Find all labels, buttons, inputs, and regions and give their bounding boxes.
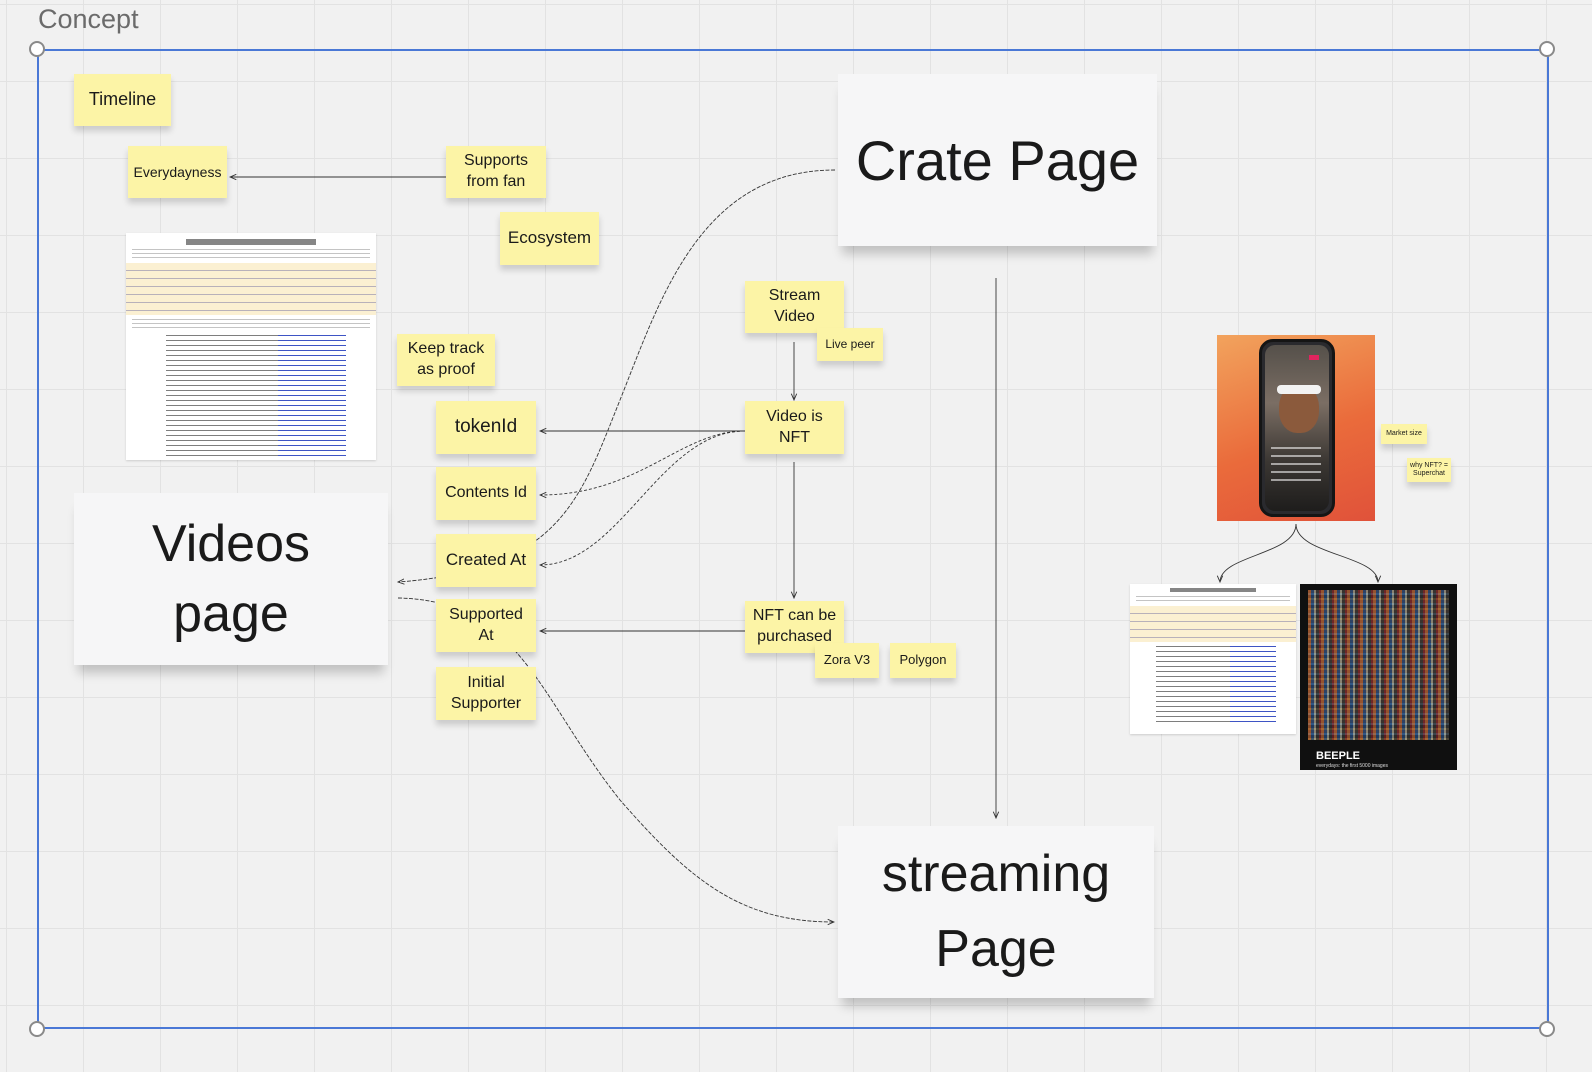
card-videos-page[interactable]: Videos page (74, 493, 388, 665)
sticky-token-id[interactable]: tokenId (436, 401, 536, 454)
sticky-timeline[interactable]: Timeline (74, 74, 171, 126)
phone-screenshot-image[interactable] (1217, 335, 1375, 521)
sticky-polygon[interactable]: Polygon (890, 643, 956, 678)
connector-phone-to-doc (1220, 523, 1297, 582)
sticky-supported-at[interactable]: Supported At (436, 599, 536, 652)
sticky-video-is-nft[interactable]: Video is NFT (745, 401, 844, 454)
document-screenshot-image[interactable] (126, 233, 376, 460)
artwork-mosaic-image[interactable]: BEEPLE everydays: the first 5000 images (1300, 584, 1457, 770)
connector-video-nft-to-created-at (540, 430, 746, 565)
card-streaming-page[interactable]: streaming Page (838, 826, 1154, 998)
sticky-why-nft-superchat[interactable]: why NFT? = Superchat (1407, 458, 1451, 482)
sticky-keep-track-as-proof[interactable]: Keep track as proof (397, 334, 495, 386)
sticky-initial-supporter[interactable]: Initial Supporter (436, 667, 536, 720)
sticky-supports-from-fan[interactable]: Supports from fan (446, 146, 546, 198)
sticky-live-peer[interactable]: Live peer (817, 328, 883, 361)
sticky-market-size[interactable]: Market size (1381, 424, 1427, 444)
connector-video-nft-to-contents-id (540, 430, 746, 495)
beeple-subtitle: everydays: the first 5000 images (1316, 763, 1388, 769)
connector-phone-to-beeple (1295, 523, 1378, 582)
beeple-title: BEEPLE (1316, 750, 1361, 762)
sticky-zora-v3[interactable]: Zora V3 (815, 643, 879, 678)
sticky-stream-video[interactable]: Stream Video (745, 281, 844, 333)
sticky-everydayness[interactable]: Everydayness (128, 146, 227, 198)
sticky-created-at[interactable]: Created At (436, 534, 536, 587)
sticky-ecosystem[interactable]: Ecosystem (500, 212, 599, 265)
card-crate-page[interactable]: Crate Page (838, 74, 1157, 246)
document-screenshot-image-small[interactable] (1130, 584, 1296, 734)
sticky-contents-id[interactable]: Contents Id (436, 467, 536, 520)
